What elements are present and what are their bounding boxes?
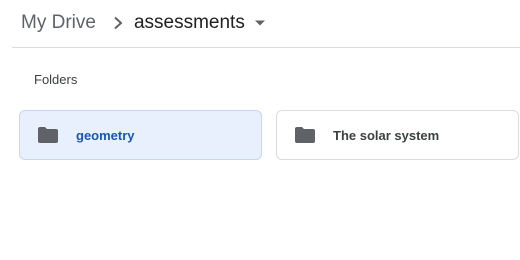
folder-card-geometry[interactable]: geometry	[19, 110, 262, 160]
folder-icon	[38, 127, 58, 143]
folder-name: The solar system	[333, 127, 440, 143]
caret-down-icon[interactable]	[253, 16, 267, 30]
breadcrumb: My Drive assessments	[21, 10, 267, 36]
header-divider	[12, 47, 520, 48]
folder-icon	[295, 127, 315, 143]
folder-card-the-solar-system[interactable]: The solar system	[276, 110, 519, 160]
folder-name: geometry	[76, 127, 135, 143]
breadcrumb-current-label: assessments	[133, 12, 245, 33]
breadcrumb-current-folder[interactable]: assessments	[134, 12, 267, 34]
breadcrumb-my-drive[interactable]: My Drive	[21, 12, 96, 34]
chevron-right-icon	[104, 10, 132, 36]
header: My Drive assessments	[0, 0, 520, 47]
section-title-folders: Folders	[34, 72, 78, 87]
